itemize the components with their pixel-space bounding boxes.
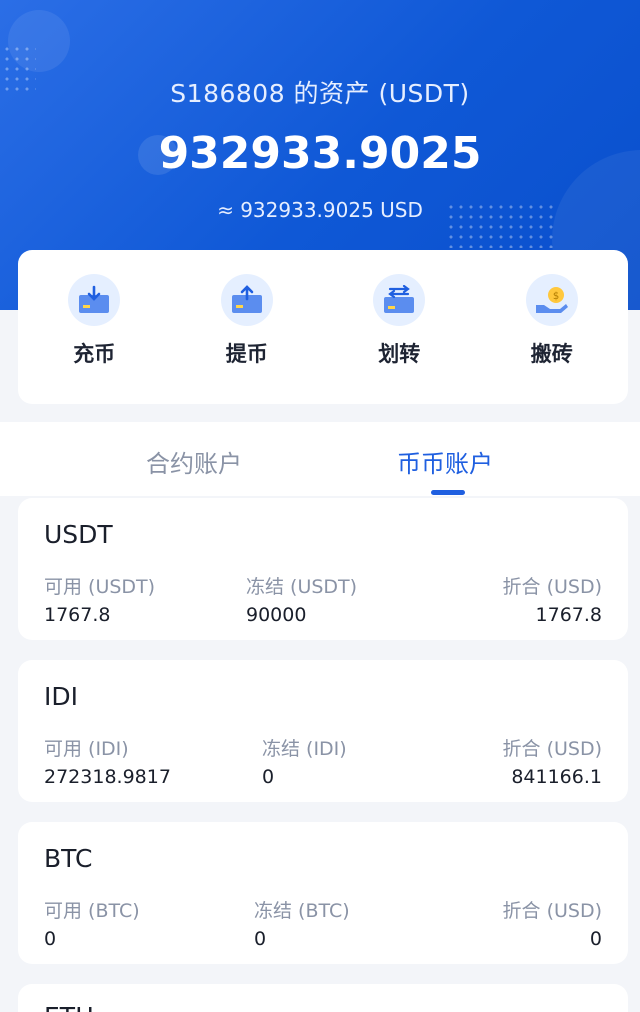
frozen-label: 冻结 (IDI) <box>262 738 347 760</box>
asset-card-btc[interactable]: BTC 可用 (BTC) 冻结 (BTC) 折合 (USD) 0 0 0 <box>18 822 628 964</box>
equiv-value: 841166.1 <box>511 766 602 788</box>
asset-symbol: BTC <box>44 844 93 873</box>
withdraw-icon <box>220 274 273 326</box>
arbitrage-label: 搬砖 <box>530 342 573 366</box>
asset-card-eth[interactable]: ETH <box>18 984 628 1012</box>
asset-card-usdt[interactable]: USDT 可用 (USDT) 冻结 (USDT) 折合 (USD) 1767.8… <box>18 498 628 640</box>
available-label: 可用 (IDI) <box>44 738 129 760</box>
asset-card-idi[interactable]: IDI 可用 (IDI) 冻结 (IDI) 折合 (USD) 272318.98… <box>18 660 628 802</box>
equiv-value: 1767.8 <box>535 604 602 626</box>
available-label: 可用 (BTC) <box>44 900 140 922</box>
transfer-button[interactable]: 划转 <box>339 274 459 368</box>
available-value: 272318.9817 <box>44 766 171 788</box>
asset-symbol: USDT <box>44 520 113 549</box>
asset-symbol: IDI <box>44 682 78 711</box>
frozen-value: 0 <box>262 766 275 788</box>
assets-title: S186808 的资产 (USDT) <box>170 79 470 108</box>
deposit-label: 充币 <box>73 342 116 366</box>
frozen-label: 冻结 (BTC) <box>254 900 350 922</box>
deposit-icon <box>68 274 121 326</box>
withdraw-label: 提币 <box>225 342 268 366</box>
tab-contract-account[interactable]: 合约账户 <box>146 444 242 479</box>
arbitrage-button[interactable]: $ 搬砖 <box>492 274 612 368</box>
total-balance: 932933.9025 <box>158 128 482 179</box>
money-hand-icon: $ <box>525 274 578 326</box>
active-tab-indicator <box>431 490 465 495</box>
frozen-value: 90000 <box>246 604 307 626</box>
equiv-label: 折合 (USD) <box>502 900 602 922</box>
withdraw-button[interactable]: 提币 <box>187 274 307 368</box>
equiv-value: 0 <box>589 928 602 950</box>
frozen-label: 冻结 (USDT) <box>246 576 358 598</box>
asset-symbol: ETH <box>44 1002 94 1012</box>
total-balance-usd: ≈ 932933.9025 USD <box>217 198 423 222</box>
svg-text:$: $ <box>553 291 559 302</box>
tab-spot-account[interactable]: 币币账户 <box>397 444 493 479</box>
deposit-button[interactable]: 充币 <box>34 274 154 368</box>
available-label: 可用 (USDT) <box>44 576 156 598</box>
frozen-value: 0 <box>254 928 267 950</box>
equiv-label: 折合 (USD) <box>502 738 602 760</box>
available-value: 1767.8 <box>44 604 111 626</box>
transfer-icon <box>373 274 426 326</box>
account-tabs: 合约账户 币币账户 <box>0 422 640 496</box>
transfer-label: 划转 <box>378 342 421 366</box>
equiv-label: 折合 (USD) <box>502 576 602 598</box>
available-value: 0 <box>44 928 57 950</box>
quick-actions: 充币 提币 划转 $ 搬砖 <box>18 250 628 404</box>
